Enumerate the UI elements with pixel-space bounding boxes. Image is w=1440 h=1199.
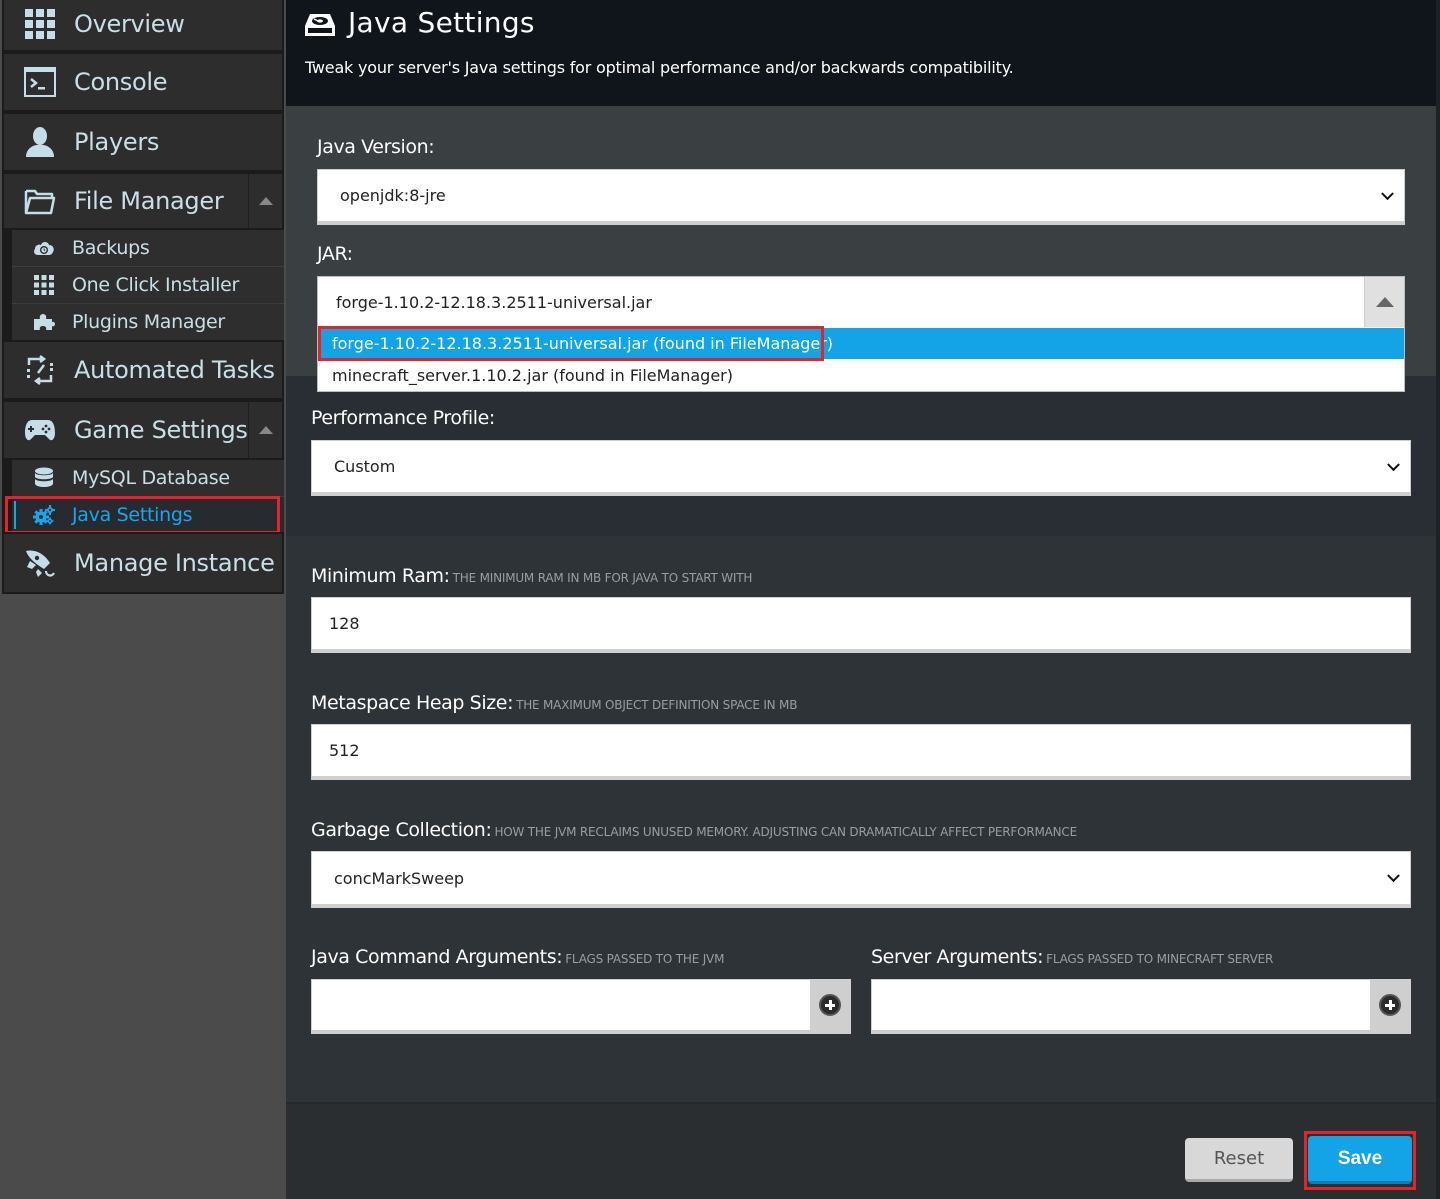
tasks-icon [22,352,58,388]
label-text: Garbage Collection: [311,819,492,841]
collapse-toggle[interactable] [248,402,282,458]
performance-profile-label: Performance Profile: [311,407,495,429]
jar-value: forge-1.10.2-12.18.3.2511-universal.jar [336,292,652,312]
chevron-up-icon [258,426,273,434]
sidebar-item-backups[interactable]: Backups [12,230,284,267]
sidebar-item-label: Manage Instance [74,549,275,577]
folder-icon [22,183,58,219]
sidebar: Overview Console Players File Manager Ba… [0,0,286,1199]
chevron-up-icon [1375,297,1394,307]
sidebar-item-game-settings[interactable]: Game Settings [2,400,284,460]
jar-option[interactable]: minecraft_server.1.10.2.jar (found in Fi… [318,360,1404,391]
sidebar-item-label: Automated Tasks [74,356,275,384]
minimum-ram-value: 128 [329,614,360,633]
gears-icon [32,503,56,527]
sidebar-item-label: Players [74,128,160,156]
rocket-icon [22,545,58,581]
hint-text: Flags passed to the JVM [565,952,725,966]
scrollbar-track[interactable] [1436,0,1440,1199]
add-server-arg-button[interactable] [1370,980,1410,1030]
add-java-arg-button[interactable] [810,980,850,1030]
user-icon [22,124,58,160]
label-text: Java Command Arguments: [311,946,563,968]
label-text: Server Arguments: [871,946,1044,968]
sidebar-item-label: Backups [72,237,150,259]
grid-icon [22,6,58,42]
java-version-select[interactable]: openjdk:8-jre [317,169,1405,225]
metaspace-label: Metaspace Heap Size: The maximum object d… [311,692,797,714]
page-description: Tweak your server's Java settings for op… [305,58,1014,77]
sidebar-item-label: Overview [74,10,185,38]
hint-text: The minimum RAM in MB for Java to start … [452,571,753,585]
performance-profile-select[interactable]: Custom [311,440,1411,496]
hint-text: The maximum object definition space in M… [516,698,798,712]
minimum-ram-input[interactable]: 128 [311,597,1411,653]
sidebar-item-label: Game Settings [74,416,248,444]
terminal-icon [22,64,58,100]
gamepad-icon [22,412,58,448]
server-args-label: Server Arguments: Flags passed to Minecra… [871,946,1273,968]
plus-circle-icon [1379,994,1401,1016]
garbage-collection-select[interactable]: concMarkSweep [311,851,1411,908]
garbage-collection-label: Garbage Collection: How the JVM reclaims … [311,819,1077,841]
sidebar-item-players[interactable]: Players [2,112,284,172]
label-text: Metaspace Heap Size: [311,692,514,714]
java-args-input[interactable] [311,979,851,1034]
save-button[interactable]: Save [1308,1136,1412,1184]
sidebar-item-label: MySQL Database [72,467,230,489]
sidebar-item-java-settings[interactable]: Java Settings [12,497,284,534]
page-header: Java Settings Tweak your server's Java s… [286,0,1436,106]
sidebar-item-file-manager[interactable]: File Manager [2,172,284,230]
chevron-down-icon [1381,186,1394,200]
garbage-collection-value: concMarkSweep [334,868,465,888]
sidebar-item-one-click-installer[interactable]: One Click Installer [12,267,284,304]
sidebar-item-mysql-database[interactable]: MySQL Database [12,460,284,497]
file-manager-submenu: Backups One Click Installer Plugins Mana… [2,230,284,342]
hard-drive-icon [304,12,336,40]
server-args-input[interactable] [871,979,1411,1034]
page-title: Java Settings [348,6,535,39]
grid-icon [32,273,56,297]
hint-text: Flags passed to Minecraft server [1046,952,1274,966]
sidebar-item-automated-tasks[interactable]: Automated Tasks [2,340,284,400]
java-version-value: openjdk:8-jre [340,186,446,205]
collapse-toggle[interactable] [248,174,282,228]
label-text: Minimum Ram: [311,565,450,587]
hint-text: How the JVM reclaims unused memory. Adju… [494,825,1077,839]
minimum-ram-label: Minimum Ram: The minimum RAM in MB for Ja… [311,565,752,587]
reset-button[interactable]: Reset [1185,1138,1293,1182]
sidebar-item-plugins-manager[interactable]: Plugins Manager [12,304,284,341]
database-icon [32,466,56,490]
java-version-label: Java Version: [317,136,435,158]
cloud-backup-icon [32,236,56,260]
chevron-up-icon [258,197,273,205]
jar-option[interactable]: forge-1.10.2-12.18.3.2511-universal.jar … [318,328,1404,359]
sidebar-item-label: Plugins Manager [72,311,225,333]
metaspace-input[interactable]: 512 [311,724,1411,780]
jar-dropdown-toggle[interactable] [1364,277,1404,327]
sidebar-item-label: Java Settings [72,504,193,526]
sidebar-item-overview[interactable]: Overview [2,0,284,52]
jar-select[interactable]: forge-1.10.2-12.18.3.2511-universal.jar … [317,276,1405,392]
game-settings-submenu: MySQL Database Java Settings [2,460,284,534]
chevron-down-icon [1387,457,1400,471]
sidebar-item-manage-instance[interactable]: Manage Instance [2,532,284,594]
sidebar-item-label: One Click Installer [72,274,240,296]
plus-circle-icon [819,994,841,1016]
chevron-down-icon [1387,869,1400,883]
sidebar-item-label: Console [74,68,168,96]
java-args-label: Java Command Arguments: Flags passed to t… [311,946,724,968]
main-content: Java Settings Tweak your server's Java s… [286,0,1440,1199]
puzzle-icon [32,310,56,334]
metaspace-value: 512 [329,741,360,760]
performance-profile-value: Custom [334,457,396,476]
jar-label: JAR: [317,243,353,265]
sidebar-item-label: File Manager [74,187,224,215]
sidebar-item-console[interactable]: Console [2,52,284,112]
